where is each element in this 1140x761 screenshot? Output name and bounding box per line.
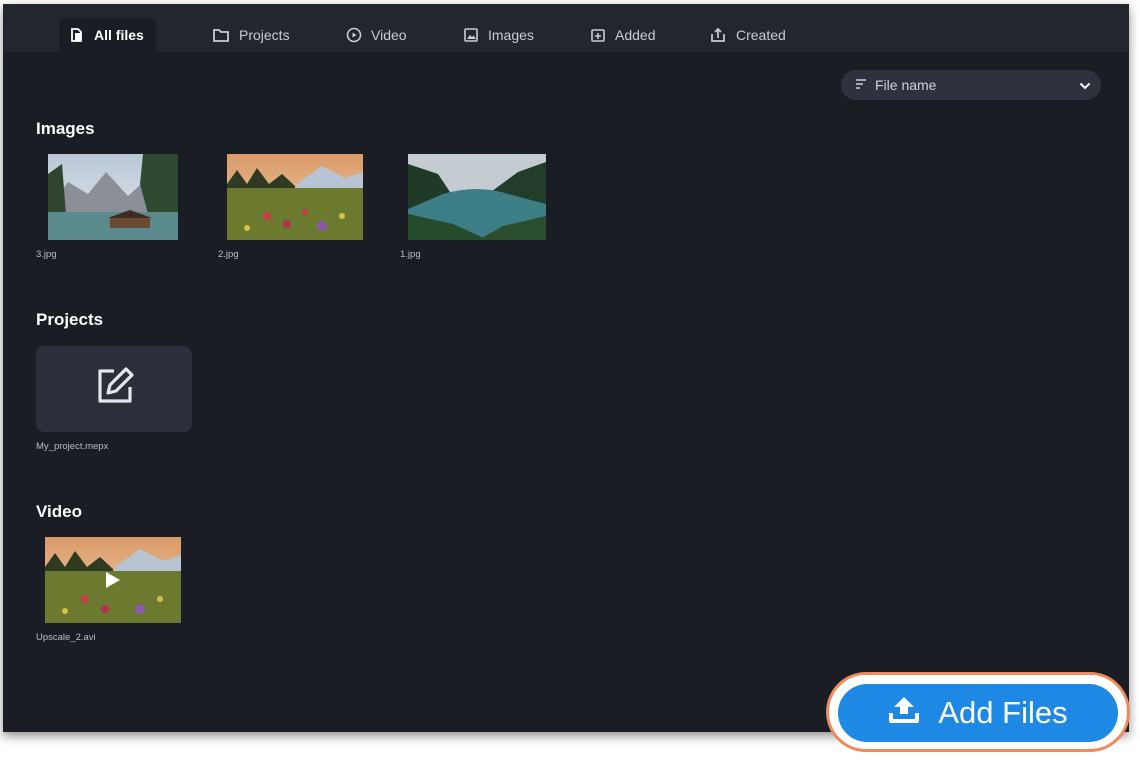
added-icon — [590, 27, 606, 43]
image-icon — [463, 27, 479, 43]
files-icon — [69, 27, 85, 43]
section-title-images: Images — [36, 119, 95, 138]
tab-bar: All files Projects Video Images Added Cr… — [3, 4, 1129, 52]
tab-projects[interactable]: Projects — [202, 18, 302, 52]
tab-label: Added — [615, 27, 656, 43]
file-name: My_project.mepx — [36, 441, 109, 452]
tab-label: Created — [736, 27, 786, 43]
sort-dropdown[interactable]: File name — [841, 70, 1101, 100]
chevron-down-icon — [1079, 77, 1091, 93]
edit-icon — [92, 365, 136, 414]
section-title-video: Video — [36, 502, 82, 521]
image-thumbnail-1[interactable] — [408, 154, 546, 240]
sort-icon — [855, 77, 867, 93]
tab-label: Projects — [239, 27, 290, 43]
project-thumbnail[interactable] — [36, 346, 192, 432]
export-icon — [709, 27, 727, 43]
tab-video[interactable]: Video — [336, 18, 419, 52]
folder-icon — [212, 27, 230, 43]
play-icon — [104, 570, 122, 595]
tab-added[interactable]: Added — [580, 18, 667, 52]
tab-label: Images — [488, 27, 534, 43]
image-thumbnail-3[interactable] — [48, 154, 178, 240]
add-files-label: Add Files — [938, 695, 1068, 730]
tab-all-files[interactable]: All files — [59, 18, 156, 52]
tab-created[interactable]: Created — [699, 18, 798, 52]
add-files-button[interactable]: Add Files — [838, 684, 1118, 742]
file-name: Upscale_2.avi — [36, 632, 96, 643]
file-name: 1.jpg — [400, 249, 421, 260]
upload-icon — [888, 694, 920, 732]
tab-label: Video — [371, 27, 407, 43]
file-name: 3.jpg — [36, 249, 57, 260]
tab-label: All files — [94, 27, 144, 43]
file-name: 2.jpg — [218, 249, 239, 260]
media-bin-window: All files Projects Video Images Added Cr… — [3, 4, 1129, 732]
image-thumbnail-2[interactable] — [227, 154, 363, 240]
tab-images[interactable]: Images — [453, 18, 546, 52]
section-title-projects: Projects — [36, 310, 104, 329]
play-circle-icon — [346, 27, 362, 43]
video-thumbnail[interactable] — [45, 537, 181, 623]
sort-label: File name — [875, 77, 937, 93]
